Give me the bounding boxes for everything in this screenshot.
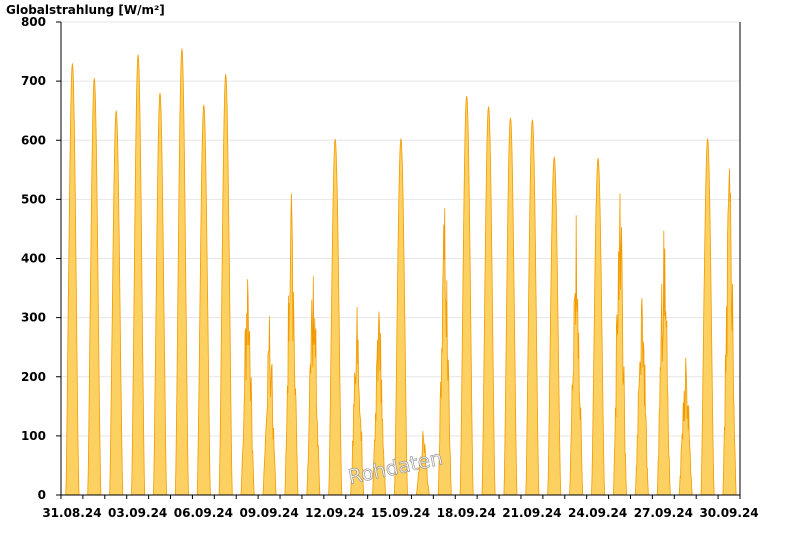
y-axis-ticks: 0 100 200 300 400 500 600 700 800 — [21, 15, 61, 502]
y-tick-label: 0 — [38, 488, 46, 502]
y-tick-label: 700 — [21, 74, 46, 88]
x-axis-ticks: 31.08.24 03.09.24 06.09.24 09.09.24 12.09.24… — [42, 495, 759, 520]
solar-radiation-chart: Globalstrahlung [W/m²] 01002003004005006… — [6, 3, 759, 520]
day-irradiance-area — [262, 316, 277, 496]
y-tick-label: 600 — [21, 133, 46, 147]
day-irradiance-area — [393, 138, 408, 496]
day-irradiance-area — [722, 168, 737, 496]
day-irradiance-area — [218, 73, 233, 496]
day-irradiance-area — [65, 63, 80, 496]
x-tick-label: 27.09.24 — [634, 506, 693, 520]
x-tick-label: 03.09.24 — [108, 506, 167, 520]
day-irradiance-area — [569, 215, 584, 496]
day-irradiance-area — [591, 157, 606, 496]
x-tick-label: 12.09.24 — [305, 506, 364, 520]
x-tick-label: 21.09.24 — [502, 506, 561, 520]
x-tick-label: 24.09.24 — [568, 506, 627, 520]
y-tick-label: 800 — [21, 15, 46, 29]
y-tick-label: 500 — [21, 192, 46, 206]
day-irradiance-area — [109, 110, 124, 496]
day-irradiance-area — [284, 193, 299, 496]
day-irradiance-area — [306, 276, 321, 496]
day-irradiance-area — [634, 298, 649, 496]
x-tick-label: 06.09.24 — [174, 506, 233, 520]
y-tick-label: 300 — [21, 311, 46, 325]
day-irradiance-area — [196, 104, 211, 496]
day-irradiance-area — [700, 138, 715, 496]
day-irradiance-area — [152, 92, 168, 496]
y-tick-label: 200 — [21, 370, 46, 384]
day-irradiance-area — [459, 95, 474, 496]
series-area — [65, 48, 737, 496]
day-irradiance-area — [678, 357, 693, 496]
y-tick-label: 100 — [21, 429, 46, 443]
x-tick-label: 30.09.24 — [699, 506, 758, 520]
y-tick-label: 400 — [21, 252, 46, 266]
day-irradiance-area — [240, 279, 255, 496]
day-irradiance-area — [131, 54, 146, 496]
day-irradiance-area — [612, 193, 627, 496]
x-tick-label: 18.09.24 — [437, 506, 496, 520]
day-irradiance-area — [503, 117, 518, 496]
x-tick-label: 09.09.24 — [239, 506, 298, 520]
x-tick-label: 31.08.24 — [42, 506, 101, 520]
x-tick-label: 15.09.24 — [371, 506, 430, 520]
day-irradiance-area — [174, 48, 189, 496]
day-irradiance-area — [525, 119, 540, 496]
day-irradiance-area — [481, 106, 496, 496]
day-irradiance-area — [547, 156, 562, 496]
day-irradiance-area — [656, 230, 671, 496]
day-irradiance-area — [328, 139, 343, 496]
